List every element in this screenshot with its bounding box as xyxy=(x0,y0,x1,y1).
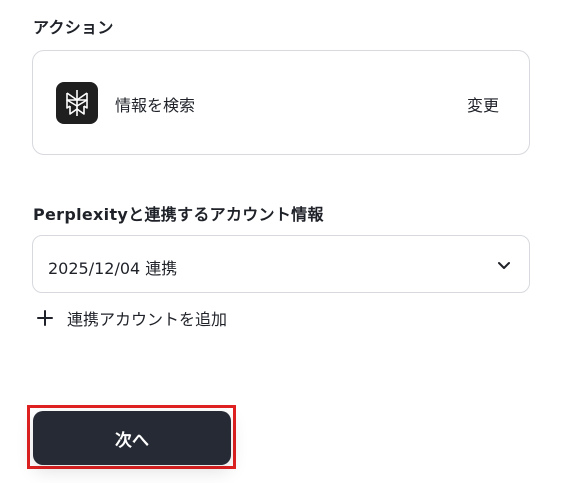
perplexity-logo-icon xyxy=(56,82,98,124)
action-section-label: アクション xyxy=(33,18,114,37)
add-account-label: 連携アカウントを追加 xyxy=(67,310,228,329)
change-action-link[interactable]: 変更 xyxy=(467,92,499,116)
account-section-label: Perplexityと連携するアカウント情報 xyxy=(33,205,324,224)
chevron-down-icon xyxy=(498,262,510,269)
action-card: 情報を検索 変更 xyxy=(32,50,530,155)
add-account-link[interactable]: 連携アカウントを追加 xyxy=(36,305,227,331)
action-name: 情報を検索 xyxy=(115,96,196,115)
selected-account-value: 2025/12/04 連携 xyxy=(48,259,178,278)
account-select[interactable]: 2025/12/04 連携 xyxy=(32,235,530,293)
next-button[interactable]: 次へ xyxy=(33,411,231,465)
plus-icon xyxy=(37,310,53,326)
